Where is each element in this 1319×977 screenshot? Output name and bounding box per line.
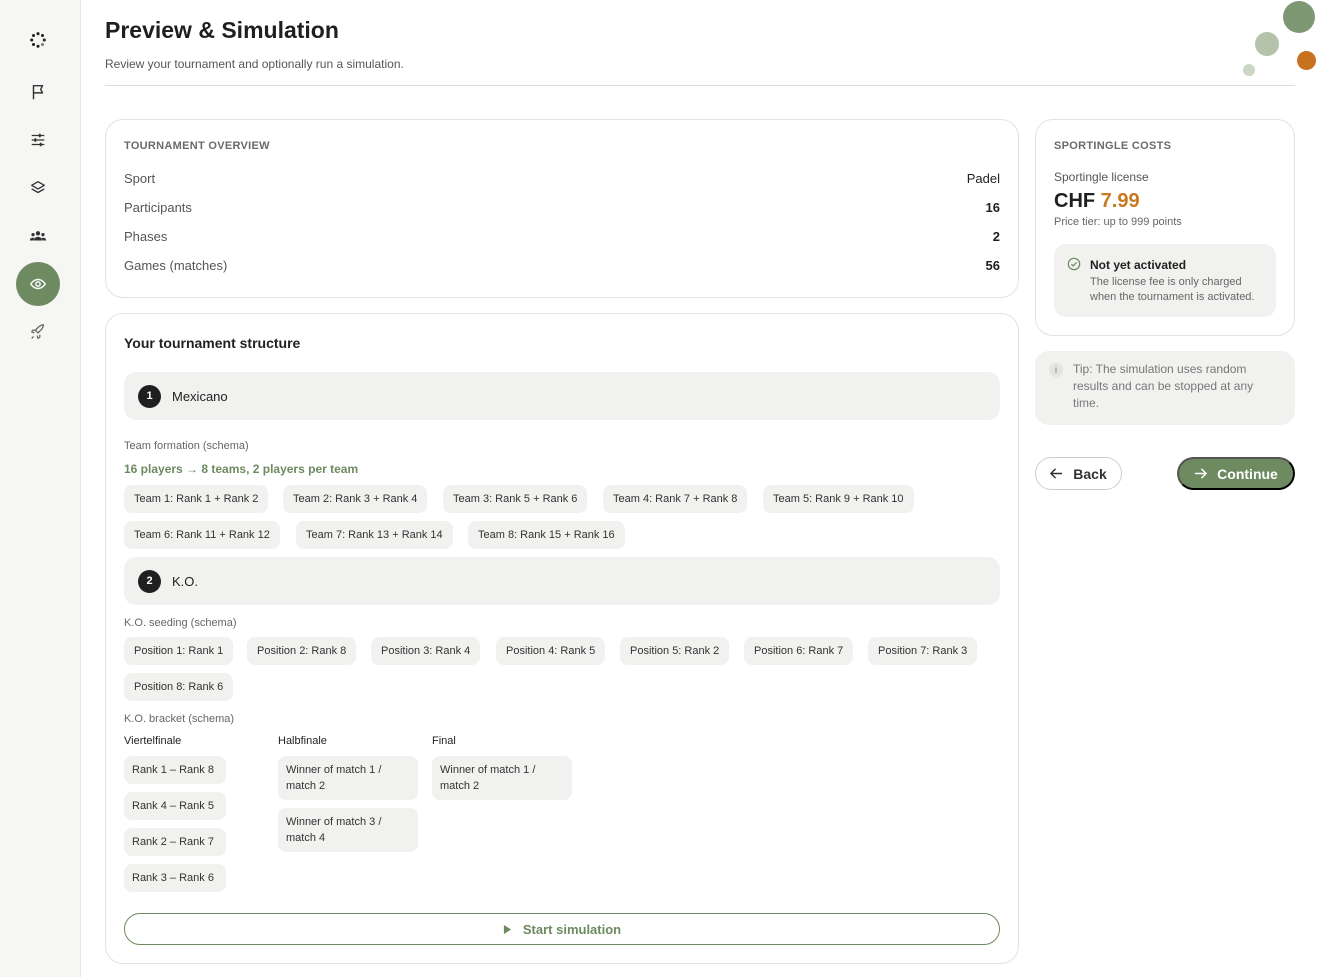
team-chip: Team 6: Rank 11 + Rank 12 bbox=[124, 521, 280, 549]
overview-key: Participants bbox=[124, 200, 192, 215]
phase-number-badge: 1 bbox=[138, 384, 161, 408]
status-title: Not yet activated bbox=[1090, 258, 1187, 272]
arrow-left-icon bbox=[1050, 468, 1063, 479]
ko-bracket-label: K.O. bracket (schema) bbox=[124, 713, 235, 725]
seeding-chip: Position 5: Rank 2 bbox=[620, 637, 730, 665]
phase-name: K.O. bbox=[172, 573, 199, 589]
check-circle-icon bbox=[1067, 257, 1081, 271]
team-chip: Team 8: Rank 15 + Rank 16 bbox=[468, 521, 625, 549]
team-chip: Team 5: Rank 9 + Rank 10 bbox=[763, 485, 914, 513]
phase-number-badge: 2 bbox=[138, 569, 161, 593]
overview-value: Padel bbox=[966, 171, 1000, 186]
seeding-chip: Position 8: Rank 6 bbox=[124, 673, 234, 701]
seeding-chip: Position 7: Rank 3 bbox=[868, 637, 978, 665]
sidebar-item-participants[interactable] bbox=[16, 214, 60, 258]
start-simulation-button[interactable]: Start simulation bbox=[124, 913, 1000, 945]
overview-label: TOURNAMENT OVERVIEW bbox=[124, 140, 270, 152]
overview-value: 16 bbox=[985, 200, 1000, 215]
team-formation-summary: 16 players → 8 teams, 2 players per team bbox=[124, 462, 359, 476]
sidebar-item-launch[interactable] bbox=[16, 310, 60, 354]
bracket-match: Rank 3 – Rank 6 bbox=[124, 864, 226, 892]
price-currency: CHF bbox=[1054, 190, 1096, 212]
bracket-match: Winner of match 1 / match 2 bbox=[432, 756, 572, 800]
layers-icon bbox=[31, 181, 45, 194]
rocket-icon bbox=[31, 324, 45, 339]
sidebar bbox=[0, 0, 81, 977]
overview-value: 56 bbox=[985, 258, 1000, 273]
tournament-structure-card: Your tournament structure 1 Mexicano Tea… bbox=[105, 313, 1019, 964]
start-simulation-label: Start simulation bbox=[522, 921, 622, 937]
decorative-dot bbox=[1297, 51, 1316, 70]
price-amount: 7.99 bbox=[1100, 190, 1140, 212]
team-chip: Team 3: Rank 5 + Rank 6 bbox=[443, 485, 588, 513]
sidebar-item-phases[interactable] bbox=[16, 166, 60, 210]
play-icon bbox=[503, 924, 511, 934]
overview-row-sport: Sport Padel bbox=[124, 171, 1000, 189]
eye-icon bbox=[29, 278, 47, 290]
info-icon: i bbox=[1049, 363, 1063, 377]
team-formation-label: Team formation (schema) bbox=[124, 440, 249, 452]
seeding-chip: Position 2: Rank 8 bbox=[247, 637, 357, 665]
overview-key: Games (matches) bbox=[124, 258, 228, 273]
sidebar-item-settings[interactable] bbox=[16, 118, 60, 162]
ko-seeding-label: K.O. seeding (schema) bbox=[124, 617, 237, 629]
bracket-round-title: Final bbox=[432, 735, 456, 747]
phase-header-ko: 2 K.O. bbox=[124, 557, 1000, 605]
overview-row-games: Games (matches) 56 bbox=[124, 258, 1000, 276]
bracket-match: Rank 1 – Rank 8 bbox=[124, 756, 226, 784]
flag-icon bbox=[32, 84, 44, 100]
bracket-match: Rank 2 – Rank 7 bbox=[124, 828, 226, 856]
overview-row-phases: Phases 2 bbox=[124, 229, 1000, 247]
phase-name: Mexicano bbox=[172, 388, 228, 404]
tip-box: i Tip: The simulation uses random result… bbox=[1035, 351, 1295, 425]
sliders-icon bbox=[31, 133, 45, 147]
bracket-match: Rank 4 – Rank 5 bbox=[124, 792, 226, 820]
overview-value: 2 bbox=[992, 229, 1000, 244]
bracket-round-title: Viertelfinale bbox=[124, 735, 182, 747]
price-tier: Price tier: up to 999 points bbox=[1054, 216, 1182, 228]
continue-button[interactable]: Continue bbox=[1177, 457, 1295, 490]
seeding-chip: Position 1: Rank 1 bbox=[124, 637, 234, 665]
phase-header-mexicano: 1 Mexicano bbox=[124, 372, 1000, 420]
page-subtitle: Review your tournament and optionally ru… bbox=[105, 57, 404, 71]
costs-card: SPORTINGLE COSTS Sportingle license CHF … bbox=[1035, 119, 1295, 336]
divider bbox=[105, 85, 1295, 86]
sidebar-item-preview[interactable] bbox=[16, 262, 60, 306]
decorative-dot bbox=[1243, 64, 1255, 76]
back-button[interactable]: Back bbox=[1035, 457, 1122, 490]
overview-key: Sport bbox=[124, 171, 156, 186]
bracket-match: Winner of match 1 / match 2 bbox=[278, 756, 418, 800]
sidebar-item-basics[interactable] bbox=[16, 70, 60, 114]
team-chip: Team 4: Rank 7 + Rank 8 bbox=[603, 485, 748, 513]
continue-label: Continue bbox=[1217, 465, 1278, 482]
overview-row-participants: Participants 16 bbox=[124, 200, 1000, 218]
tip-text: Tip: The simulation uses random results … bbox=[1073, 362, 1254, 410]
status-text: The license fee is only charged when the… bbox=[1090, 276, 1255, 303]
decorative-dot bbox=[1255, 32, 1279, 56]
back-label: Back bbox=[1073, 465, 1107, 482]
app-logo-icon[interactable] bbox=[16, 18, 60, 62]
bracket-round-title: Halbfinale bbox=[278, 735, 327, 747]
license-label: Sportingle license bbox=[1054, 170, 1149, 184]
team-chip: Team 1: Rank 1 + Rank 2 bbox=[124, 485, 269, 513]
users-icon bbox=[29, 231, 47, 241]
license-price: CHF 7.99 bbox=[1054, 190, 1140, 213]
seeding-chip: Position 6: Rank 7 bbox=[744, 637, 854, 665]
tournament-overview-card: TOURNAMENT OVERVIEW Sport Padel Particip… bbox=[105, 119, 1019, 298]
team-chip: Team 2: Rank 3 + Rank 4 bbox=[283, 485, 428, 513]
bracket-match: Winner of match 3 / match 4 bbox=[278, 808, 418, 852]
activation-status-box: Not yet activated The license fee is onl… bbox=[1054, 244, 1276, 317]
overview-key: Phases bbox=[124, 229, 168, 244]
structure-title: Your tournament structure bbox=[124, 335, 301, 351]
seeding-chip: Position 4: Rank 5 bbox=[496, 637, 606, 665]
seeding-chip: Position 3: Rank 4 bbox=[371, 637, 481, 665]
team-chip: Team 7: Rank 13 + Rank 14 bbox=[296, 521, 453, 549]
app-logo-icon-svg bbox=[30, 32, 46, 48]
decorative-dot bbox=[1283, 1, 1315, 33]
costs-label: SPORTINGLE COSTS bbox=[1054, 140, 1172, 152]
arrow-right-icon bbox=[1195, 468, 1208, 479]
page-title: Preview & Simulation bbox=[105, 17, 339, 43]
